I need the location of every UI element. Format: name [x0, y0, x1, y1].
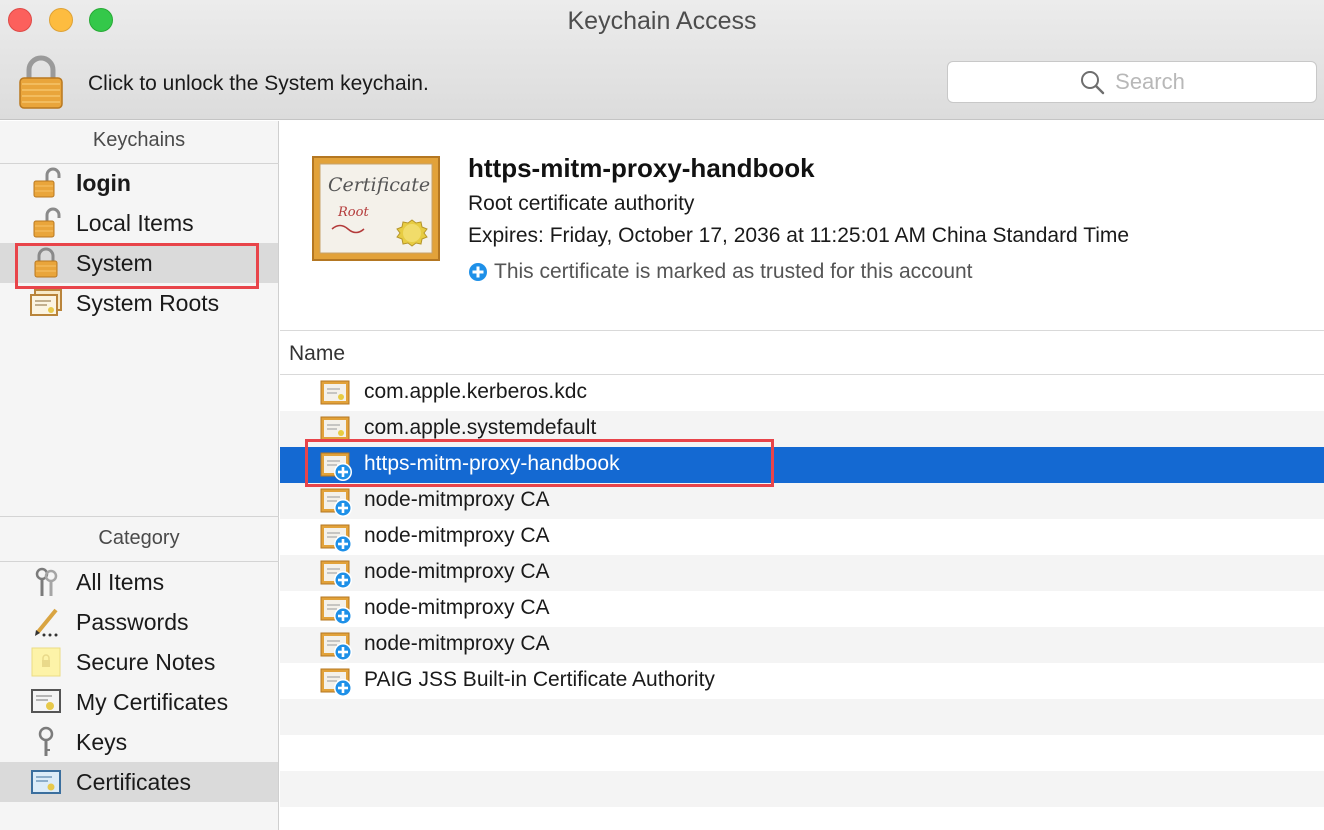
certificate-trusted-icon: [320, 596, 354, 626]
lock-open-icon: [28, 167, 64, 199]
certificate-icon: [320, 380, 354, 410]
note-icon: [28, 646, 64, 678]
certificate-trusted-icon: [320, 524, 354, 554]
sidebar-item-label: Passwords: [76, 609, 189, 635]
sidebar-item-label: My Certificates: [76, 689, 229, 715]
pencil-dots-icon: [28, 606, 64, 638]
table-row[interactable]: node-mitmproxy CA: [280, 627, 1324, 663]
table-row[interactable]: com.apple.kerberos.kdc: [280, 375, 1324, 411]
sidebar-item-label: login: [76, 170, 131, 196]
certificate-image: Certificate Root: [312, 156, 440, 261]
row-name: node-mitmproxy CA: [364, 560, 550, 583]
table-row-empty: [280, 699, 1324, 735]
certificates-stack-icon: [28, 287, 64, 319]
row-name: node-mitmproxy CA: [364, 488, 550, 511]
sidebar-item-label: Secure Notes: [76, 649, 216, 675]
row-name: node-mitmproxy CA: [364, 596, 550, 619]
plus-badge-icon: [469, 263, 487, 281]
unlock-prompt[interactable]: Click to unlock the System keychain.: [88, 72, 429, 96]
table-row-empty: [280, 771, 1324, 807]
sidebar: Keychains login Local Items System Syste…: [0, 121, 279, 830]
certificate-script-text: Certificate: [328, 174, 430, 196]
certificate-trusted-icon: [320, 488, 354, 518]
my-certificate-icon: [28, 686, 64, 718]
certificate-expiry: Expires: Friday, October 17, 2036 at 11:…: [468, 224, 1130, 247]
lock-icon[interactable]: [16, 54, 66, 110]
table-row[interactable]: PAIG JSS Built-in Certificate Authority: [280, 663, 1324, 699]
items-table: Name com.apple.kerberos.kdc com.apple.sys…: [280, 331, 1324, 830]
search-placeholder: Search: [1115, 69, 1185, 94]
search-field[interactable]: Search: [947, 61, 1317, 103]
table-row[interactable]: node-mitmproxy CA: [280, 519, 1324, 555]
sidebar-item-label: Local Items: [76, 210, 194, 236]
table-row[interactable]: node-mitmproxy CA: [280, 591, 1324, 627]
certificate-kind: Root certificate authority: [468, 192, 695, 215]
sidebar-item-my-certificates[interactable]: My Certificates: [0, 682, 278, 722]
sidebar-item-keys[interactable]: Keys: [0, 722, 278, 762]
row-name: PAIG JSS Built-in Certificate Authority: [364, 668, 715, 691]
keychains-header: Keychains: [92, 129, 186, 151]
divider: [0, 516, 279, 517]
table-row[interactable]: node-mitmproxy CA: [280, 483, 1324, 519]
sidebar-item-all-items[interactable]: All Items: [0, 562, 278, 602]
window-toolbar: Keychain Access Click to unlock the Syst…: [0, 0, 1324, 120]
sidebar-item-label: Certificates: [76, 769, 192, 795]
row-name: node-mitmproxy CA: [364, 524, 550, 547]
row-name: node-mitmproxy CA: [364, 632, 550, 655]
sidebar-item-label: All Items: [76, 569, 165, 595]
certificate-trusted-icon: [320, 668, 354, 698]
category-header: Category: [98, 527, 180, 549]
certificate-sub-text: Root: [337, 205, 369, 220]
row-name: com.apple.kerberos.kdc: [364, 380, 587, 403]
highlight-box: [15, 243, 259, 289]
lock-open-icon: [28, 207, 64, 239]
sidebar-item-secure-notes[interactable]: Secure Notes: [0, 642, 278, 682]
sidebar-item-login[interactable]: login: [0, 163, 278, 203]
table-row-empty: [280, 807, 1324, 830]
key-icon: [28, 726, 64, 758]
table-row[interactable]: node-mitmproxy CA: [280, 555, 1324, 591]
sidebar-item-label: System Roots: [76, 290, 220, 316]
certificate-details: Certificate Root https-mitm-proxy-handbo…: [280, 121, 1324, 331]
trust-status: This certificate is marked as trusted fo…: [468, 260, 973, 284]
certificate-trusted-icon: [320, 632, 354, 662]
window-title: Keychain Access: [567, 7, 757, 35]
certificate-trusted-icon: [320, 560, 354, 590]
sidebar-item-system-roots[interactable]: System Roots: [0, 283, 278, 323]
certificate-icon: [28, 766, 64, 798]
search-icon: [1081, 71, 1105, 95]
sidebar-item-certificates[interactable]: Certificates: [0, 762, 278, 802]
sidebar-item-passwords[interactable]: Passwords: [0, 602, 278, 642]
highlight-box: [305, 439, 774, 487]
sidebar-item-local-items[interactable]: Local Items: [0, 203, 278, 243]
keys-icon: [28, 566, 64, 598]
row-name: com.apple.systemdefault: [364, 416, 597, 439]
certificate-title: https-mitm-proxy-handbook: [468, 153, 815, 183]
column-header-name[interactable]: Name: [289, 342, 345, 366]
sidebar-item-label: Keys: [76, 729, 128, 755]
table-row-empty: [280, 735, 1324, 771]
trust-status-text: This certificate is marked as trusted fo…: [494, 260, 973, 283]
